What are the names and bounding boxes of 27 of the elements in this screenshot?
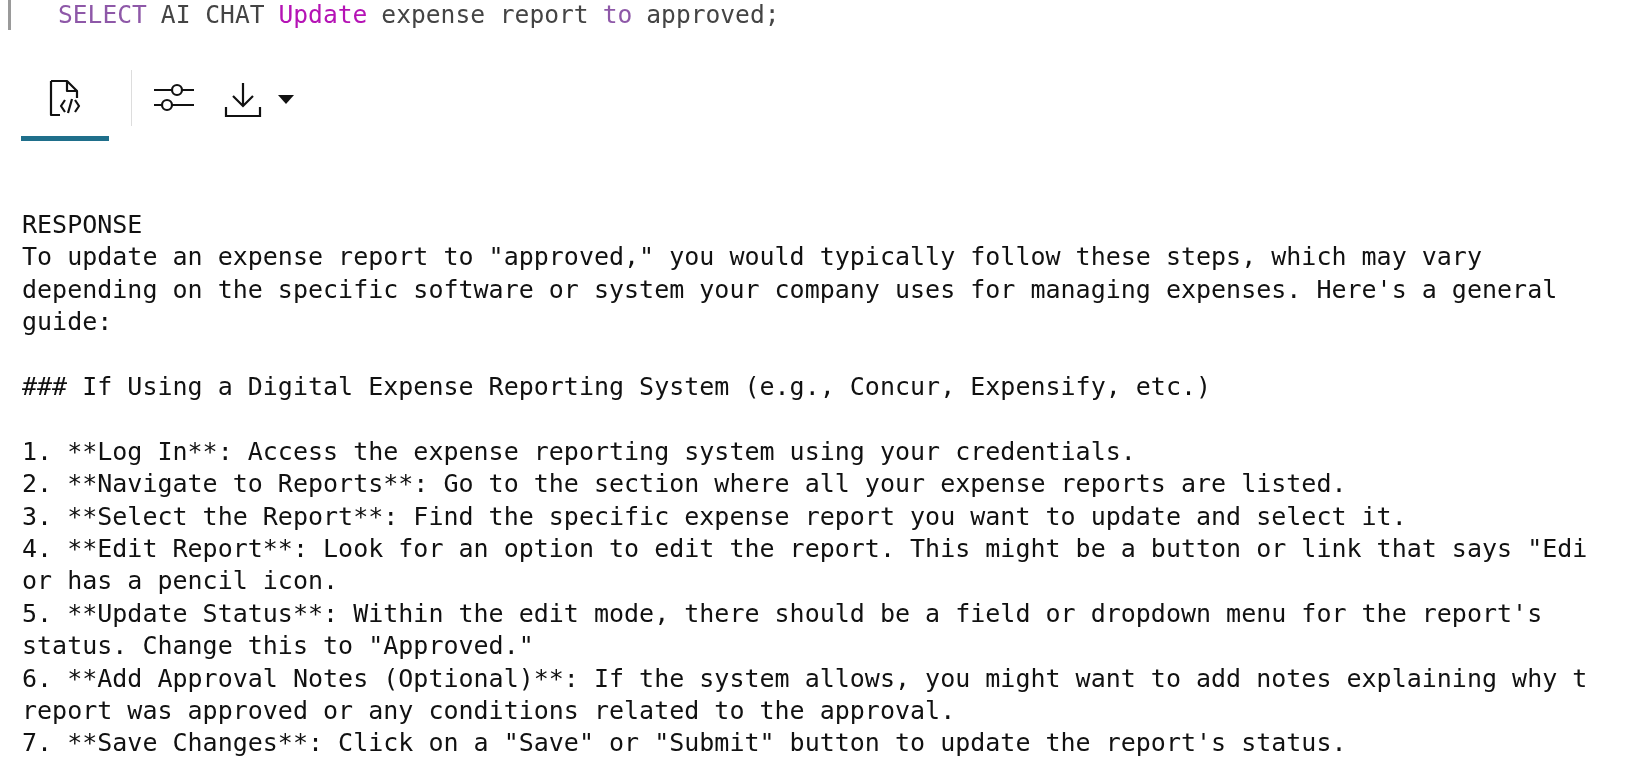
query-token: SELECT — [58, 0, 147, 30]
query-token: Update — [278, 0, 368, 30]
response-line: depending on the specific software or system your company uses for managing expenses. Here's a general — [22, 273, 1559, 306]
download-button[interactable] — [224, 82, 294, 118]
response-line: To update an expense report to "approved," you would typically follow these steps, which may vary — [22, 241, 1483, 274]
response-line: 1. **Log In**: Access the expense reporting system using your credentials. — [22, 435, 1137, 468]
download-icon — [224, 82, 262, 118]
query-token: AI CHAT — [160, 0, 265, 30]
response-line: ### If Using a Digital Expense Reporting System (e.g., Concur, Expensify, etc.) — [22, 371, 1213, 403]
response-line: status. Change this to "Approved." — [22, 630, 535, 663]
response-line: or has a pencil icon. — [22, 565, 340, 598]
caret-icon — [278, 95, 294, 105]
query-token: approved; — [646, 0, 780, 30]
response-heading: RESPONSE — [22, 209, 144, 241]
code-file-icon — [48, 78, 82, 118]
query-token: expense report — [381, 0, 589, 30]
settings-button[interactable] — [154, 82, 194, 112]
response-line: 6. **Add Approval Notes (Optional)**: If the system allows, you might want to add notes explaining why t — [22, 662, 1589, 695]
response-line: report was approved or any conditions related to the approval. — [22, 695, 957, 728]
response-line: 2. **Navigate to Reports**: Go to the section where all your expense reports are listed. — [22, 468, 1348, 501]
response-line: guide: — [22, 306, 114, 339]
response-line: 3. **Select the Report**: Find the specific expense report you want to update and select it. — [22, 500, 1408, 533]
query-token: to — [602, 0, 633, 30]
sliders-icon — [154, 82, 194, 112]
response-line: 5. **Update Status**: Within the edit mode, there should be a field or dropdown menu for the report's — [22, 597, 1544, 630]
response-line: 4. **Edit Report**: Look for an option to edit the report. This might be a button or link that says "Edi — [22, 533, 1589, 566]
response-line: 7. **Save Changes**: Click on a "Save" or "Submit" button to update the report's status. — [22, 727, 1348, 760]
